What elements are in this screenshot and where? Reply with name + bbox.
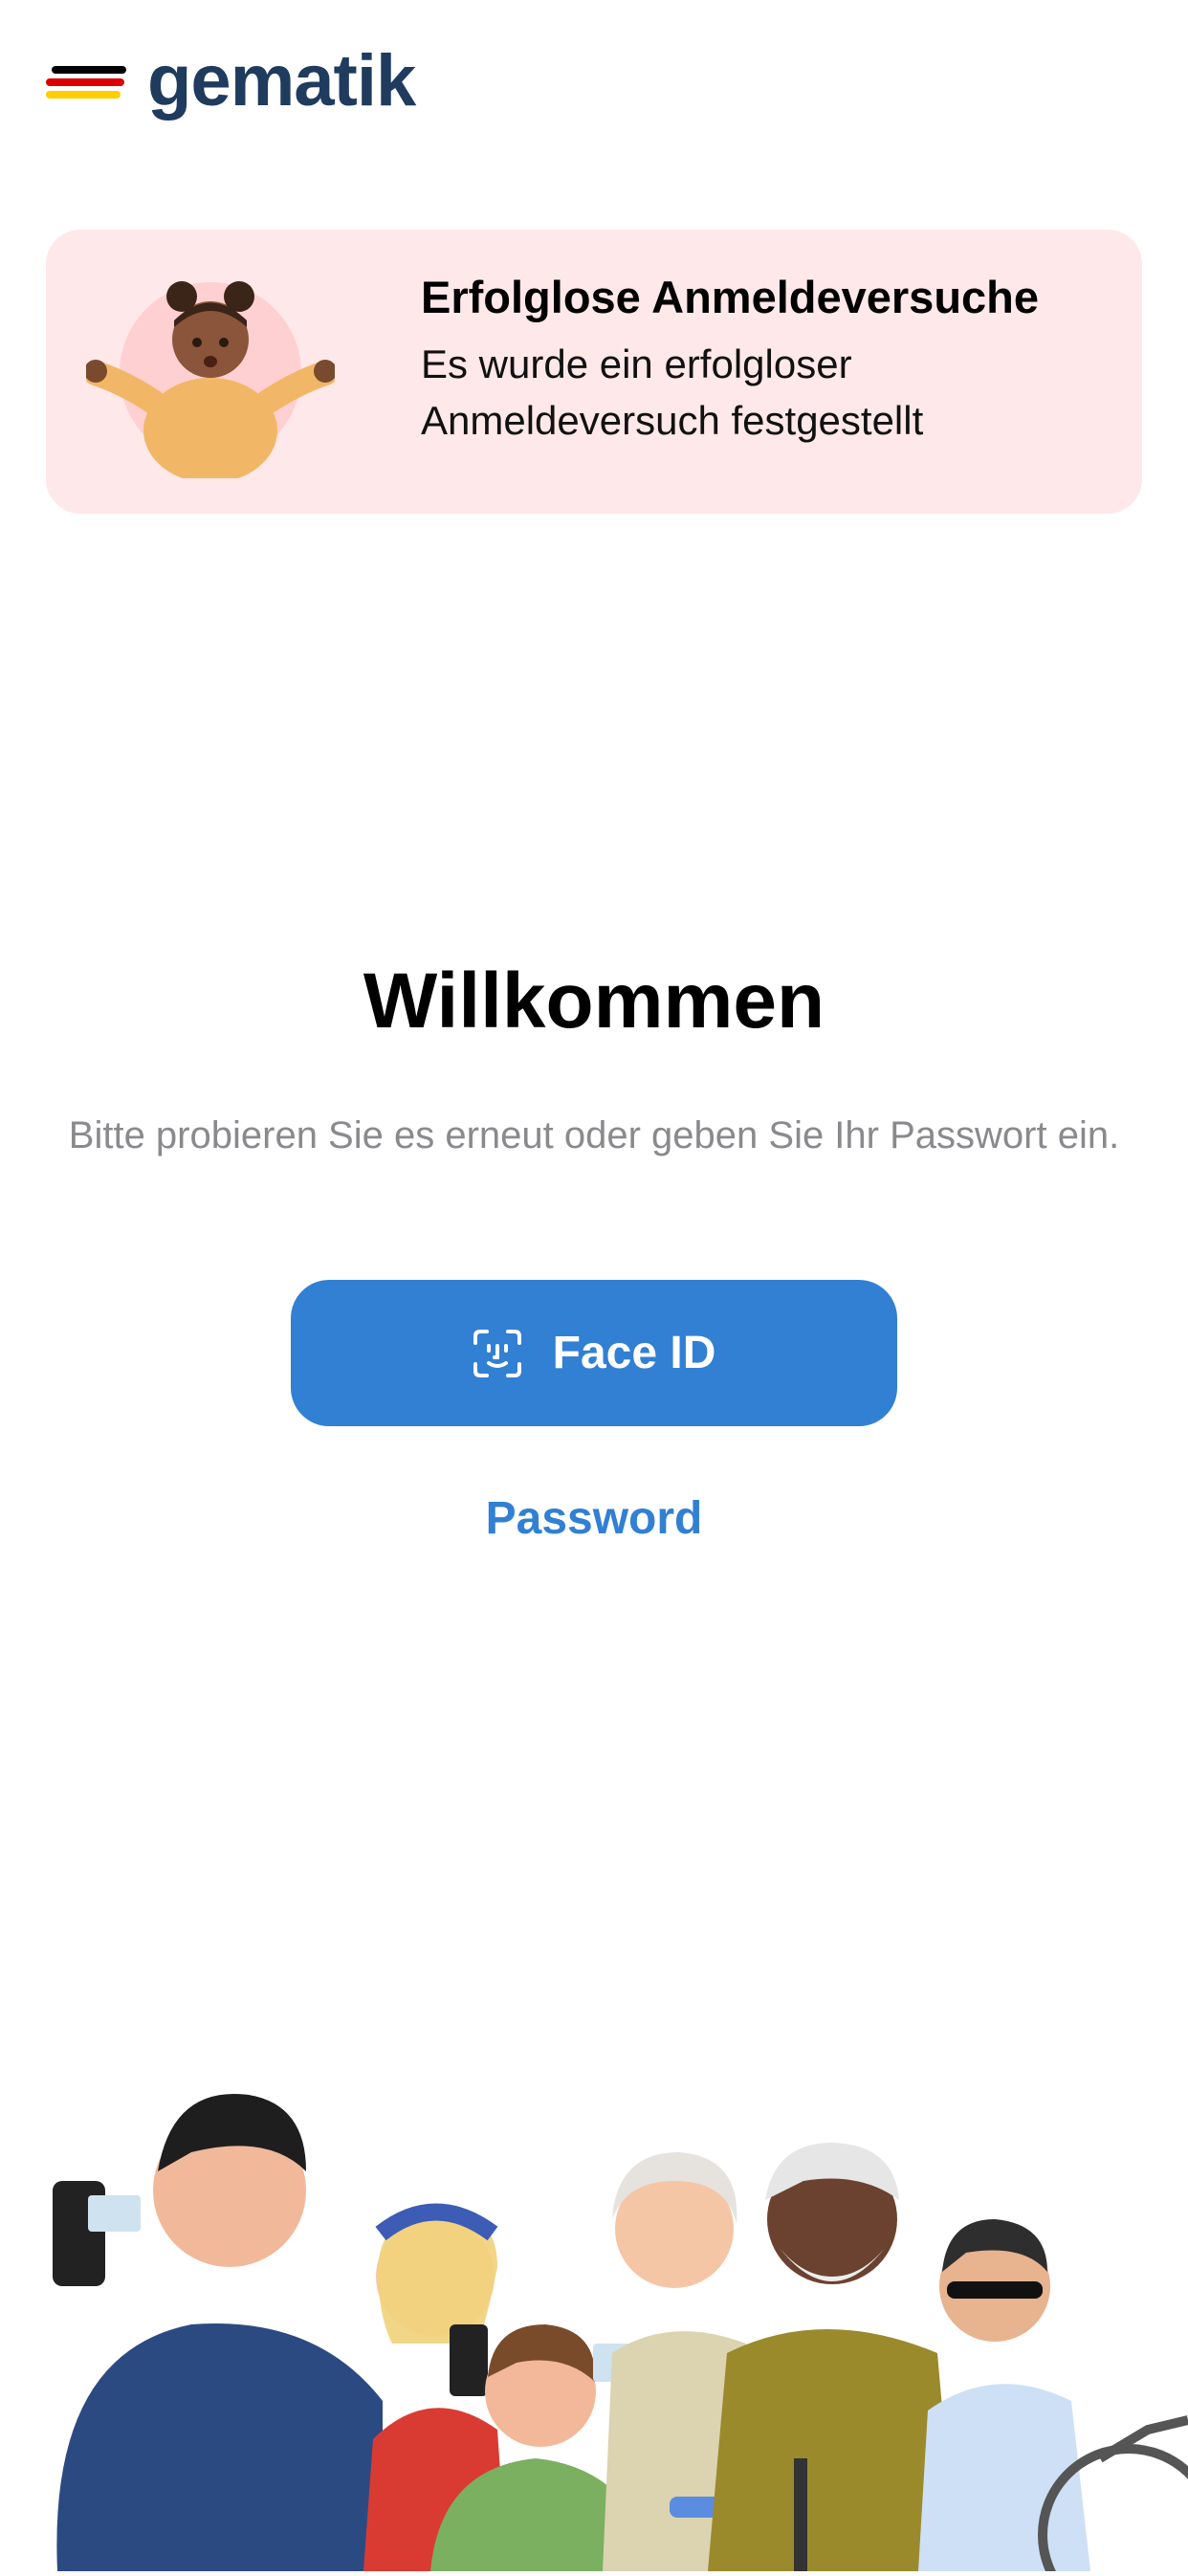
gematik-logo-icon [46, 62, 126, 100]
faceid-icon [473, 1329, 522, 1378]
faceid-button-label: Face ID [552, 1328, 716, 1378]
failed-login-banner: Erfolglose Anmeldeversuche Es wurde ein … [46, 230, 1142, 514]
app-header: gematik [46, 38, 416, 124]
faceid-button[interactable]: Face ID [291, 1280, 897, 1426]
shrugging-girl-illustration [83, 268, 338, 483]
banner-title: Erfolglose Anmeldeversuche [421, 272, 1040, 322]
welcome-subtitle: Bitte probieren Sie es erneut oder geben… [68, 1114, 1120, 1156]
diverse-people-group-illustration [0, 2037, 1188, 2576]
banner-message: Es wurde ein erfolgloser Anmeldeversuch … [421, 341, 924, 443]
brand-name: gematik [147, 40, 416, 121]
welcome-title: Willkommen [363, 958, 825, 1045]
password-link[interactable]: Password [0, 1492, 1188, 1545]
